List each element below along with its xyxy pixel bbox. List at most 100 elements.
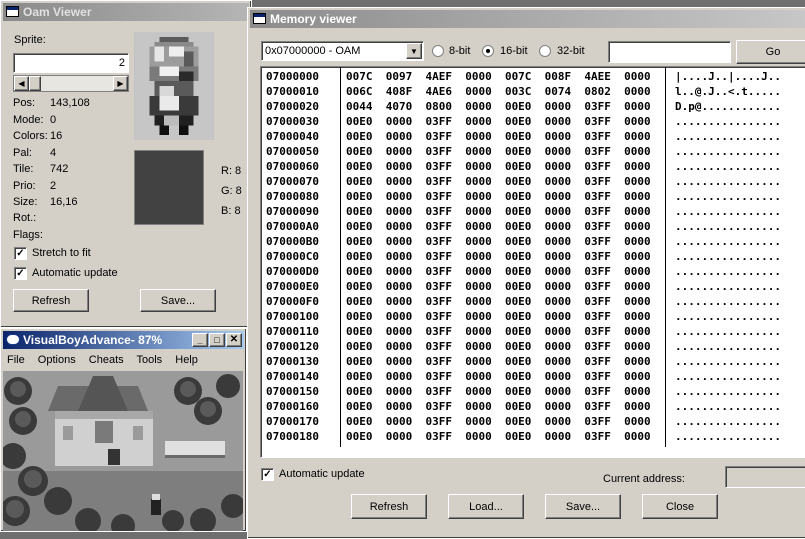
hex-address: 07000180 bbox=[266, 430, 319, 443]
hex-row: 07000110 00E0 0000 03FF 0000 00E0 0000 03… bbox=[266, 324, 781, 339]
minimize-button[interactable]: _ bbox=[192, 333, 208, 347]
hex-address: 07000170 bbox=[266, 415, 319, 428]
hex-values: 006C 408F 4AE6 0000 003C 0074 0802 0000 bbox=[346, 85, 651, 98]
address-input[interactable] bbox=[608, 41, 731, 63]
close-icon[interactable]: ✕ bbox=[226, 333, 242, 347]
memory-load-button[interactable]: Load... bbox=[448, 494, 524, 519]
hex-ascii: ................ bbox=[675, 220, 781, 233]
radio-32bit[interactable] bbox=[539, 45, 551, 57]
hex-address: 07000070 bbox=[266, 175, 319, 188]
scroll-right-button[interactable]: ▶ bbox=[113, 76, 128, 91]
scroll-left-button[interactable]: ◀ bbox=[14, 76, 29, 91]
sprite-preview-image bbox=[134, 32, 214, 140]
oam-automatic-update-checkbox[interactable]: ✓ bbox=[14, 267, 27, 280]
radio-8bit[interactable] bbox=[432, 45, 444, 57]
memory-automatic-update-checkbox[interactable]: ✓ bbox=[261, 468, 274, 481]
memory-close-button[interactable]: Close bbox=[642, 494, 718, 519]
sprite-preview bbox=[134, 32, 214, 140]
radio-8bit-label: 8-bit bbox=[449, 45, 471, 57]
hex-address: 07000010 bbox=[266, 85, 319, 98]
hex-values: 00E0 0000 03FF 0000 00E0 0000 03FF 0000 bbox=[346, 340, 651, 353]
hex-values: 00E0 0000 03FF 0000 00E0 0000 03FF 0000 bbox=[346, 265, 651, 278]
maximize-button[interactable]: □ bbox=[209, 333, 225, 347]
current-address-field bbox=[725, 466, 805, 488]
menu-options[interactable]: Options bbox=[38, 354, 76, 366]
hex-values: 00E0 0000 03FF 0000 00E0 0000 03FF 0000 bbox=[346, 295, 651, 308]
hex-row: 070000B0 00E0 0000 03FF 0000 00E0 0000 03… bbox=[266, 234, 781, 249]
hex-ascii: ................ bbox=[675, 370, 781, 383]
vba-app-icon bbox=[6, 334, 20, 345]
oam-viewer-title: Oam Viewer bbox=[23, 5, 92, 19]
hex-address: 070000F0 bbox=[266, 295, 319, 308]
go-button[interactable]: Go bbox=[736, 40, 805, 64]
hex-address: 07000150 bbox=[266, 385, 319, 398]
oam-viewer-titlebar[interactable]: Oam Viewer bbox=[3, 3, 249, 21]
current-address-label: Current address: bbox=[603, 473, 685, 485]
prop-value: 0 bbox=[50, 114, 57, 126]
memory-region-select[interactable]: 0x07000000 - OAM ▼ bbox=[261, 41, 424, 61]
memory-save-button[interactable]: Save... bbox=[545, 494, 621, 519]
hex-ascii: ................ bbox=[675, 310, 781, 323]
game-screen[interactable] bbox=[3, 371, 243, 531]
memory-refresh-button[interactable]: Refresh bbox=[351, 494, 427, 519]
prop-value: 2 bbox=[50, 180, 57, 192]
hex-values: 00E0 0000 03FF 0000 00E0 0000 03FF 0000 bbox=[346, 280, 651, 293]
menu-tools[interactable]: Tools bbox=[137, 354, 163, 366]
chevron-down-icon[interactable]: ▼ bbox=[406, 43, 422, 59]
prop-label: Size: bbox=[13, 196, 38, 208]
hex-row: 07000170 00E0 0000 03FF 0000 00E0 0000 03… bbox=[266, 414, 781, 429]
menu-file[interactable]: File bbox=[7, 354, 25, 366]
prop-label: Tile: bbox=[13, 163, 34, 175]
radio-16bit[interactable] bbox=[482, 45, 494, 57]
hex-separator-1 bbox=[340, 67, 341, 447]
hex-address: 07000000 bbox=[266, 70, 319, 83]
blue-value: B: 8 bbox=[221, 205, 241, 217]
oam-refresh-button[interactable]: Refresh bbox=[13, 289, 89, 312]
radio-16bit-label: 16-bit bbox=[500, 45, 528, 57]
green-value: G: 8 bbox=[221, 185, 242, 197]
hex-ascii: ................ bbox=[675, 115, 781, 128]
hex-row: 07000060 00E0 0000 03FF 0000 00E0 0000 03… bbox=[266, 159, 781, 174]
stretch-to-fit-label: Stretch to fit bbox=[32, 247, 91, 259]
scroll-thumb[interactable] bbox=[29, 76, 41, 91]
hex-address: 070000C0 bbox=[266, 250, 319, 263]
hex-row: 07000100 00E0 0000 03FF 0000 00E0 0000 03… bbox=[266, 309, 781, 324]
prop-label: Pos: bbox=[13, 97, 36, 109]
color-swatch bbox=[134, 150, 204, 225]
hex-ascii: ................ bbox=[675, 295, 781, 308]
prop-label: Rot.: bbox=[13, 212, 37, 224]
menu-cheats[interactable]: Cheats bbox=[89, 354, 124, 366]
hex-values: 007C 0097 4AEF 0000 007C 008F 4AEE 0000 bbox=[346, 70, 651, 83]
hex-values: 00E0 0000 03FF 0000 00E0 0000 03FF 0000 bbox=[346, 160, 651, 173]
sprite-number-field[interactable]: 2 bbox=[13, 53, 129, 73]
hex-address: 070000D0 bbox=[266, 265, 319, 278]
hex-view[interactable]: 07000000 007C 0097 4AEF 0000 007C 008F 4A… bbox=[260, 66, 805, 458]
sprite-scrollbar[interactable]: ◀ ▶ bbox=[13, 75, 129, 92]
prop-label: Colors: bbox=[13, 130, 48, 142]
hex-row: 07000130 00E0 0000 03FF 0000 00E0 0000 03… bbox=[266, 354, 781, 369]
hex-ascii: D.p@............ bbox=[675, 100, 781, 113]
hex-row: 07000050 00E0 0000 03FF 0000 00E0 0000 03… bbox=[266, 144, 781, 159]
memory-viewer-titlebar[interactable]: Memory viewer bbox=[250, 10, 805, 28]
hex-values: 00E0 0000 03FF 0000 00E0 0000 03FF 0000 bbox=[346, 310, 651, 323]
hex-row: 07000150 00E0 0000 03FF 0000 00E0 0000 03… bbox=[266, 384, 781, 399]
prop-value: 4 bbox=[50, 147, 57, 159]
vba-titlebar[interactable]: VisualBoyAdvance- 87% _ □ ✕ bbox=[3, 331, 244, 349]
hex-ascii: ................ bbox=[675, 145, 781, 158]
hex-values: 00E0 0000 03FF 0000 00E0 0000 03FF 0000 bbox=[346, 145, 651, 158]
hex-values: 00E0 0000 03FF 0000 00E0 0000 03FF 0000 bbox=[346, 415, 651, 428]
oam-save-button[interactable]: Save... bbox=[140, 289, 216, 312]
hex-ascii: l..@.J..<.t..... bbox=[675, 85, 781, 98]
hex-row: 070000F0 00E0 0000 03FF 0000 00E0 0000 03… bbox=[266, 294, 781, 309]
hex-values: 00E0 0000 03FF 0000 00E0 0000 03FF 0000 bbox=[346, 430, 651, 443]
hex-row: 07000160 00E0 0000 03FF 0000 00E0 0000 03… bbox=[266, 399, 781, 414]
memory-viewer-window: Memory viewer 0x07000000 - OAM ▼ 8-bit 1… bbox=[247, 7, 805, 539]
hex-address: 070000B0 bbox=[266, 235, 319, 248]
hex-ascii: ................ bbox=[675, 205, 781, 218]
hex-ascii: ................ bbox=[675, 325, 781, 338]
hex-values: 00E0 0000 03FF 0000 00E0 0000 03FF 0000 bbox=[346, 205, 651, 218]
hex-ascii: ................ bbox=[675, 265, 781, 278]
stretch-to-fit-checkbox[interactable]: ✓ bbox=[14, 247, 27, 260]
sprite-number-value: 2 bbox=[118, 57, 125, 69]
menu-help[interactable]: Help bbox=[175, 354, 198, 366]
